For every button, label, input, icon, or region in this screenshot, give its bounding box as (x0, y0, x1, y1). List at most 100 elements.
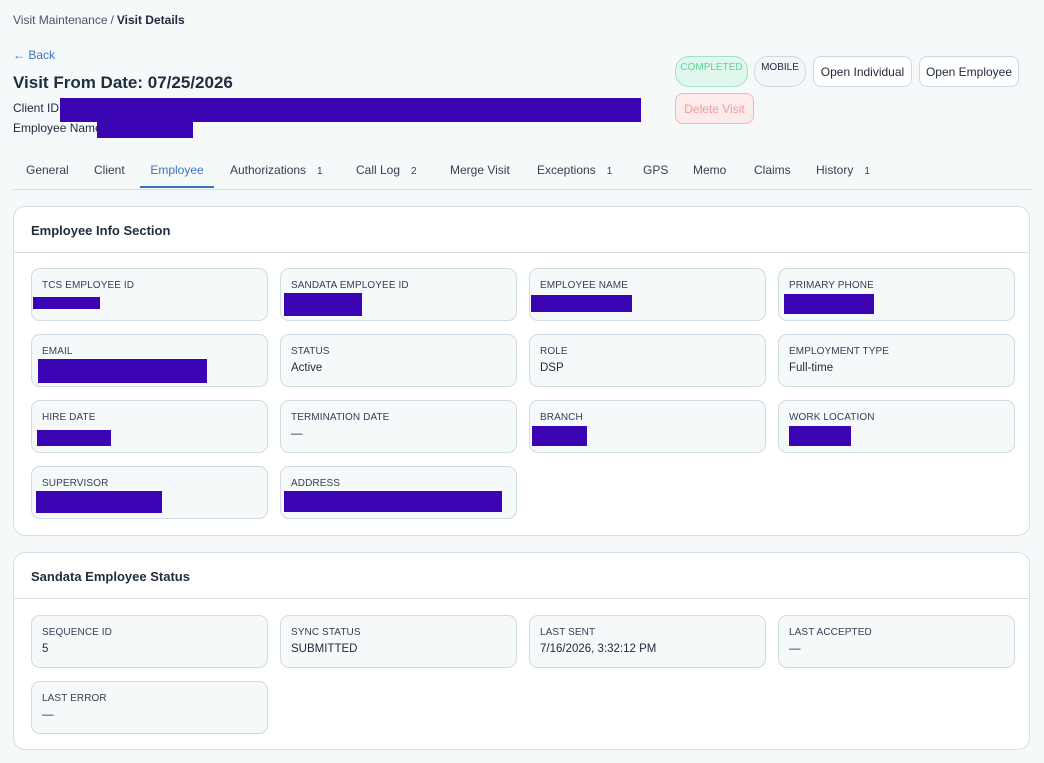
section-title: Employee Info Section (31, 223, 171, 238)
breadcrumb-separator: / (110, 13, 114, 27)
field-value: Active (291, 362, 323, 374)
tab-label: Claims (754, 163, 791, 177)
tab-label: Employee (150, 163, 204, 177)
field-tcs-employee-id: TCS EMPLOYEE ID (31, 268, 268, 321)
breadcrumb-parent[interactable]: Visit Maintenance (13, 13, 108, 27)
tab-general[interactable]: General (26, 153, 69, 188)
field-label: SYNC STATUS (291, 627, 361, 638)
employee-info-section: Employee Info Section TCS EMPLOYEE ID SA… (13, 206, 1030, 536)
field-label: SUPERVISOR (42, 478, 109, 489)
field-value-redacted (36, 491, 162, 513)
field-email: EMAIL (31, 334, 268, 387)
back-link[interactable]: ← Back (13, 48, 55, 62)
section-divider (14, 252, 1029, 253)
field-value: SUBMITTED (291, 643, 358, 655)
tab-count: 2 (411, 166, 417, 177)
page-title: Visit From Date: 07/25/2026 (13, 73, 233, 92)
tab-memo[interactable]: Memo (693, 153, 726, 188)
employee-name-label: Employee Name: (13, 121, 106, 135)
section-title: Sandata Employee Status (31, 569, 190, 584)
tab-label: Exceptions (537, 163, 596, 177)
field-value: 7/16/2026, 3:32:12 PM (540, 643, 657, 655)
field-value-redacted (33, 297, 100, 309)
open-employee-button[interactable]: Open Employee (919, 56, 1019, 87)
field-value-redacted (38, 359, 207, 383)
client-id-redacted (60, 98, 641, 122)
field-label: EMAIL (42, 346, 73, 357)
field-hire-date: HIRE DATE (31, 400, 268, 453)
field-label: STATUS (291, 346, 330, 357)
field-label: SANDATA EMPLOYEE ID (291, 280, 409, 291)
field-last-error: LAST ERROR — (31, 681, 268, 734)
tab-label: GPS (643, 163, 669, 177)
field-label: ROLE (540, 346, 568, 357)
field-label: BRANCH (540, 412, 583, 423)
field-value: Full-time (789, 362, 834, 374)
tab-client[interactable]: Client (94, 153, 125, 188)
tab-label: General (26, 163, 69, 177)
open-individual-button[interactable]: Open Individual (813, 56, 912, 87)
field-value-redacted (532, 426, 587, 446)
field-sandata-employee-id: SANDATA EMPLOYEE ID (280, 268, 517, 321)
tab-history[interactable]: History 1 (816, 153, 870, 188)
field-value: — (42, 709, 54, 721)
field-address: ADDRESS (280, 466, 517, 519)
field-value-redacted (784, 294, 874, 314)
tab-label: Authorizations (230, 163, 307, 177)
section-divider (14, 598, 1029, 599)
field-value-redacted (789, 426, 851, 446)
field-label: WORK LOCATION (789, 412, 875, 423)
field-label: EMPLOYEE NAME (540, 280, 628, 291)
tab-claims[interactable]: Claims (754, 153, 791, 188)
field-value-redacted (284, 491, 502, 512)
tab-label: Client (94, 163, 125, 177)
tab-authorizations[interactable]: Authorizations 1 (230, 153, 323, 188)
field-label: ADDRESS (291, 478, 341, 489)
field-label: EMPLOYMENT TYPE (789, 346, 890, 357)
tab-count: 1 (317, 166, 323, 177)
source-badge: MOBILE (754, 56, 806, 87)
tab-label: Merge Visit (450, 163, 510, 177)
client-id-line: Client ID: (13, 98, 641, 122)
tab-label: Memo (693, 163, 727, 177)
status-badge: COMPLETED (675, 56, 748, 87)
field-role: ROLE DSP (529, 334, 766, 387)
tab-call-log[interactable]: Call Log 2 (356, 153, 417, 188)
field-label: PRIMARY PHONE (789, 280, 874, 291)
field-value: DSP (540, 362, 564, 374)
employee-name-redacted (97, 120, 193, 138)
field-value: — (291, 428, 303, 440)
field-value-redacted (37, 430, 111, 446)
field-branch: BRANCH (529, 400, 766, 453)
field-termination-date: TERMINATION DATE — (280, 400, 517, 453)
field-last-sent: LAST SENT 7/16/2026, 3:32:12 PM (529, 615, 766, 668)
field-last-accepted: LAST ACCEPTED — (778, 615, 1015, 668)
field-label: LAST SENT (540, 627, 596, 638)
tab-bar: General Client Employee Authorizations 1 … (13, 153, 1032, 190)
field-work-location: WORK LOCATION (778, 400, 1015, 453)
client-id-label: Client ID: (13, 101, 63, 115)
field-value: — (789, 643, 801, 655)
delete-visit-button[interactable]: Delete Visit (675, 93, 754, 124)
tab-employee[interactable]: Employee (140, 153, 214, 188)
field-label: SEQUENCE ID (42, 627, 113, 638)
field-employment-type: EMPLOYMENT TYPE Full-time (778, 334, 1015, 387)
tab-count: 1 (606, 166, 613, 177)
breadcrumb-current: Visit Details (116, 13, 185, 27)
field-status: STATUS Active (280, 334, 517, 387)
field-value-redacted (284, 293, 362, 316)
field-sync-status: SYNC STATUS SUBMITTED (280, 615, 517, 668)
field-supervisor: SUPERVISOR (31, 466, 268, 519)
tab-merge-visit[interactable]: Merge Visit (450, 153, 510, 188)
field-value: 5 (42, 643, 49, 655)
tab-exceptions[interactable]: Exceptions 1 (537, 153, 612, 188)
tab-label: Call Log (356, 163, 401, 177)
field-label: LAST ACCEPTED (789, 627, 872, 638)
field-label: TCS EMPLOYEE ID (42, 280, 135, 291)
tab-gps[interactable]: GPS (643, 153, 668, 188)
field-value-redacted (531, 295, 632, 312)
field-employee-name: EMPLOYEE NAME (529, 268, 766, 321)
field-label: TERMINATION DATE (291, 412, 390, 423)
employee-name-line: Employee Name: (13, 120, 193, 138)
tab-label: History (816, 163, 854, 177)
